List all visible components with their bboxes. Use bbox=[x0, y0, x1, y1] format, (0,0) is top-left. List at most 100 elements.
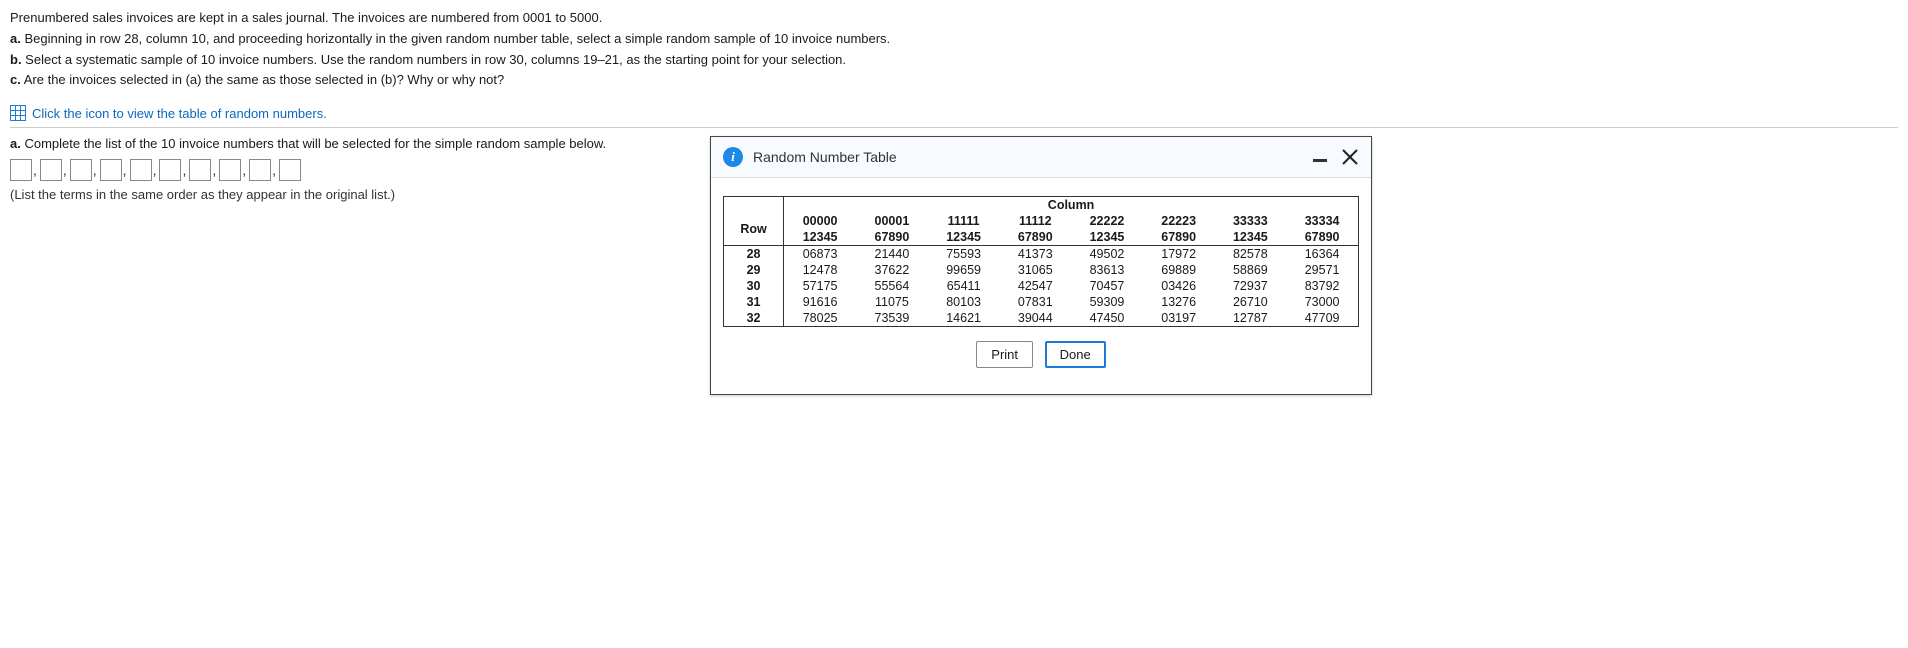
label-c: c. bbox=[10, 72, 21, 87]
dialog-title: Random Number Table bbox=[753, 149, 1313, 165]
col-header-top: 00000 bbox=[784, 213, 856, 229]
row-label: 28 bbox=[724, 246, 784, 263]
table-cell: 72937 bbox=[1215, 278, 1287, 294]
col-header-bottom: 67890 bbox=[1143, 229, 1215, 246]
dialog-footer: Print Done bbox=[723, 327, 1359, 384]
close-button[interactable] bbox=[1341, 148, 1359, 166]
random-number-table-box: ColumnRow0000000001111111111222222222233… bbox=[723, 196, 1359, 327]
table-cell: 65411 bbox=[928, 278, 1000, 294]
part-a-line: a. Beginning in row 28, column 10, and p… bbox=[10, 29, 1898, 50]
part-b-line: b. Select a systematic sample of 10 invo… bbox=[10, 50, 1898, 71]
table-cell: 39044 bbox=[999, 310, 1071, 326]
table-cell: 47709 bbox=[1286, 310, 1358, 326]
answer-hint: (List the terms in the same order as the… bbox=[10, 187, 690, 202]
table-cell: 83613 bbox=[1071, 262, 1143, 278]
table-cell: 41373 bbox=[999, 246, 1071, 263]
table-cell: 07831 bbox=[999, 294, 1071, 310]
row-label: 32 bbox=[724, 310, 784, 326]
table-cell: 42547 bbox=[999, 278, 1071, 294]
answer-input-9[interactable] bbox=[249, 159, 271, 181]
table-cell: 16364 bbox=[1286, 246, 1358, 263]
table-cell: 37622 bbox=[856, 262, 928, 278]
table-cell: 13276 bbox=[1143, 294, 1215, 310]
answer-input-5[interactable] bbox=[130, 159, 152, 181]
table-cell: 57175 bbox=[784, 278, 856, 294]
column-heading: Column bbox=[784, 197, 1358, 213]
col-header-bottom: 12345 bbox=[1071, 229, 1143, 246]
table-cell: 59309 bbox=[1071, 294, 1143, 310]
table-cell: 70457 bbox=[1071, 278, 1143, 294]
table-cell: 82578 bbox=[1215, 246, 1287, 263]
col-header-top: 11112 bbox=[999, 213, 1071, 229]
row-heading: Row bbox=[724, 213, 784, 246]
question-text: Prenumbered sales invoices are kept in a… bbox=[0, 0, 1908, 99]
view-table-link[interactable]: Click the icon to view the table of rand… bbox=[32, 106, 327, 121]
table-cell: 73539 bbox=[856, 310, 928, 326]
col-header-top: 00001 bbox=[856, 213, 928, 229]
col-header-bottom: 67890 bbox=[1286, 229, 1358, 246]
row-label: 31 bbox=[724, 294, 784, 310]
answer-area: a. Complete the list of the 10 invoice n… bbox=[10, 136, 690, 202]
col-header-top: 33334 bbox=[1286, 213, 1358, 229]
label-b: b. bbox=[10, 52, 22, 67]
col-header-bottom: 12345 bbox=[784, 229, 856, 246]
table-cell: 31065 bbox=[999, 262, 1071, 278]
table-cell: 58869 bbox=[1215, 262, 1287, 278]
col-header-bottom: 67890 bbox=[999, 229, 1071, 246]
table-cell: 47450 bbox=[1071, 310, 1143, 326]
table-cell: 21440 bbox=[856, 246, 928, 263]
table-cell: 80103 bbox=[928, 294, 1000, 310]
col-header-bottom: 67890 bbox=[856, 229, 928, 246]
dialog-body: ColumnRow0000000001111111111222222222233… bbox=[711, 178, 1371, 394]
col-header-bottom: 12345 bbox=[928, 229, 1000, 246]
answer-input-1[interactable] bbox=[10, 159, 32, 181]
answer-input-4[interactable] bbox=[100, 159, 122, 181]
label-a: a. bbox=[10, 31, 21, 46]
table-cell: 26710 bbox=[1215, 294, 1287, 310]
table-cell: 12478 bbox=[784, 262, 856, 278]
table-cell: 69889 bbox=[1143, 262, 1215, 278]
table-cell: 03426 bbox=[1143, 278, 1215, 294]
col-header-top: 22222 bbox=[1071, 213, 1143, 229]
done-button[interactable]: Done bbox=[1045, 341, 1106, 368]
table-cell: 03197 bbox=[1143, 310, 1215, 326]
table-cell: 75593 bbox=[928, 246, 1000, 263]
dialog-header: i Random Number Table bbox=[711, 137, 1371, 178]
col-header-top: 33333 bbox=[1215, 213, 1287, 229]
table-cell: 29571 bbox=[1286, 262, 1358, 278]
table-cell: 78025 bbox=[784, 310, 856, 326]
table-cell: 06873 bbox=[784, 246, 856, 263]
table-cell: 11075 bbox=[856, 294, 928, 310]
table-cell: 99659 bbox=[928, 262, 1000, 278]
part-c-line: c. Are the invoices selected in (a) the … bbox=[10, 70, 1898, 91]
answer-input-8[interactable] bbox=[219, 159, 241, 181]
info-icon: i bbox=[723, 147, 743, 167]
row-label: 30 bbox=[724, 278, 784, 294]
answer-blanks: , , , , , , , , , bbox=[10, 159, 690, 181]
answer-input-2[interactable] bbox=[40, 159, 62, 181]
print-button[interactable]: Print bbox=[976, 341, 1033, 368]
row-label: 29 bbox=[724, 262, 784, 278]
table-cell: 91616 bbox=[784, 294, 856, 310]
answer-input-7[interactable] bbox=[189, 159, 211, 181]
answer-input-10[interactable] bbox=[279, 159, 301, 181]
random-number-table: ColumnRow0000000001111111111222222222233… bbox=[724, 197, 1358, 326]
table-cell: 73000 bbox=[1286, 294, 1358, 310]
view-table-link-row: Click the icon to view the table of rand… bbox=[0, 99, 1908, 127]
intro-line: Prenumbered sales invoices are kept in a… bbox=[10, 8, 1898, 29]
table-cell: 83792 bbox=[1286, 278, 1358, 294]
minimize-button[interactable] bbox=[1313, 159, 1327, 162]
label-a2: a. bbox=[10, 136, 21, 151]
random-number-dialog: i Random Number Table ColumnRow000000000… bbox=[710, 136, 1372, 395]
table-cell: 12787 bbox=[1215, 310, 1287, 326]
table-icon[interactable] bbox=[10, 105, 26, 121]
row-header-blank bbox=[724, 197, 784, 213]
answer-input-3[interactable] bbox=[70, 159, 92, 181]
col-header-bottom: 12345 bbox=[1215, 229, 1287, 246]
part-a-prompt: a. Complete the list of the 10 invoice n… bbox=[10, 136, 690, 151]
col-header-top: 22223 bbox=[1143, 213, 1215, 229]
answer-input-6[interactable] bbox=[159, 159, 181, 181]
table-cell: 14621 bbox=[928, 310, 1000, 326]
table-cell: 49502 bbox=[1071, 246, 1143, 263]
table-cell: 55564 bbox=[856, 278, 928, 294]
